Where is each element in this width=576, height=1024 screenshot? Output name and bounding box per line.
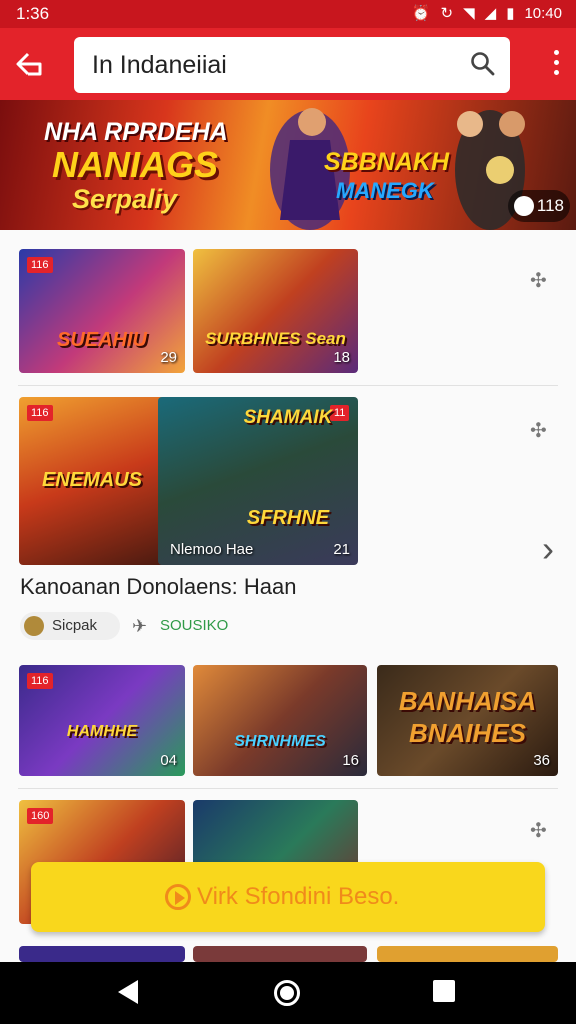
pin-icon[interactable]: ✣ bbox=[530, 418, 547, 444]
overflow-menu-icon[interactable] bbox=[552, 50, 560, 78]
back-icon bbox=[16, 52, 42, 76]
thumbnail-title: SURBHNES Sean bbox=[205, 329, 346, 348]
game-thumbnail[interactable]: BANHAISA BNAIHES 36 bbox=[377, 665, 558, 776]
battery-icon: ▮ bbox=[506, 5, 515, 22]
thumbnail-tag: 160 bbox=[27, 808, 54, 824]
game-thumbnail[interactable] bbox=[19, 946, 185, 962]
banner-line-2: NANIAGS bbox=[52, 144, 219, 185]
divider bbox=[18, 385, 558, 386]
thumbnail-tag: 116 bbox=[27, 673, 53, 689]
section-title: Kanoanan Donolaens: Haan bbox=[20, 574, 297, 599]
thumbnail-tag: 116 bbox=[27, 405, 53, 421]
sync-icon: ↻ bbox=[440, 5, 454, 22]
game-thumbnail[interactable] bbox=[377, 946, 558, 962]
thumbnail-title: SHAMAIK bbox=[243, 407, 333, 428]
game-thumbnail[interactable] bbox=[193, 946, 367, 962]
search-input[interactable]: In Indaneiiai bbox=[74, 37, 510, 93]
search-query-text: In Indaneiiai bbox=[92, 51, 227, 79]
divider bbox=[18, 788, 558, 789]
status-right-time: 10:40 bbox=[524, 4, 562, 22]
game-thumbnail[interactable]: SURBHNES Sean 18 bbox=[193, 249, 358, 373]
banner-logo-a: SBBNAKH bbox=[324, 148, 449, 176]
banner-line-3: Serpaliy bbox=[72, 184, 178, 214]
back-button[interactable] bbox=[14, 50, 50, 80]
system-nav-bar bbox=[0, 962, 576, 1024]
view-icon bbox=[514, 196, 534, 216]
thumbnail-subtitle: SFRHNE bbox=[246, 507, 330, 529]
alarm-icon: ⏰ bbox=[411, 5, 431, 22]
search-icon[interactable] bbox=[470, 51, 496, 77]
thumbnail-caption: Nlemoo Hae bbox=[170, 541, 254, 558]
thumbnail-count: 36 bbox=[533, 752, 550, 769]
status-time: 1:36 bbox=[16, 4, 50, 23]
status-chip[interactable]: ✈ SOUSIKO bbox=[130, 612, 240, 640]
status-bar: 1:36 ⏰ ↻ ◥ ◢ ▮ 10:40 bbox=[0, 0, 576, 28]
thumbnail-count: 16 bbox=[342, 752, 359, 769]
game-thumbnail[interactable]: 11 SHAMAIK SFRHNE Nlemoo Hae 21 bbox=[158, 397, 358, 565]
author-chip[interactable]: Sicpak bbox=[20, 612, 120, 640]
author-avatar bbox=[24, 616, 44, 636]
game-thumbnail[interactable]: SHRNHMES 16 bbox=[193, 665, 367, 776]
banner-line-1: NHA RPRDEHA bbox=[44, 118, 228, 146]
thumbnail-count: 29 bbox=[160, 349, 177, 366]
thumbnail-tag: 116 bbox=[27, 257, 53, 273]
nav-back-icon[interactable] bbox=[118, 980, 138, 1004]
thumbnail-count: 21 bbox=[333, 541, 350, 558]
thumbnail-count: 04 bbox=[160, 752, 177, 769]
thumbnail-title: BANHAISA BNAIHES bbox=[398, 686, 537, 748]
nav-home-icon[interactable] bbox=[274, 980, 300, 1006]
game-thumbnail[interactable]: 116 ENEMAUS bbox=[19, 397, 165, 565]
game-thumbnail[interactable]: 116 SUEAHIU 29 bbox=[19, 249, 185, 373]
thumbnail-title: ENEMAUS bbox=[41, 469, 142, 491]
nav-recents-icon[interactable] bbox=[433, 980, 455, 1002]
pin-icon[interactable]: ✣ bbox=[530, 268, 547, 294]
thumbnail-title: HAMHHE bbox=[66, 723, 138, 740]
banner-logo-b: MANEGK bbox=[336, 178, 434, 203]
signal-icon: ◢ bbox=[484, 5, 497, 22]
watch-now-button[interactable]: Virk Sfondini Beso. bbox=[31, 862, 545, 932]
game-thumbnail[interactable]: 116 HAMHHE 04 bbox=[19, 665, 185, 776]
thumbnail-title: SHRNHMES bbox=[234, 733, 326, 750]
banner-count-badge: 118 bbox=[508, 190, 570, 222]
plane-icon: ✈ bbox=[132, 616, 148, 636]
play-icon bbox=[165, 884, 191, 910]
wifi-icon: ◥ bbox=[463, 5, 475, 22]
chevron-right-icon[interactable]: › bbox=[542, 528, 554, 570]
cta-label: Virk Sfondini Beso. bbox=[197, 883, 400, 910]
hero-banner[interactable]: NHA RPRDEHA NANIAGS Serpaliy SBBNAKH MAN… bbox=[0, 100, 576, 230]
pin-icon[interactable]: ✣ bbox=[530, 818, 547, 844]
status-icons: ⏰ ↻ ◥ ◢ ▮ 10:40 bbox=[411, 4, 562, 23]
app-bar: In Indaneiiai bbox=[0, 28, 576, 100]
thumbnail-count: 18 bbox=[333, 349, 350, 366]
